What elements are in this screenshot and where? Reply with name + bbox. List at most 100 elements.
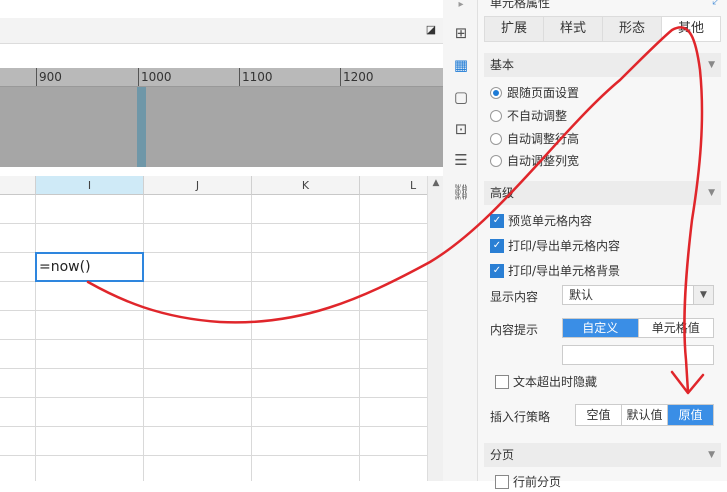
radio-auto-col-width[interactable]: 自动调整列宽: [490, 151, 579, 171]
grid-line: [143, 195, 144, 481]
toolbar: ◪: [0, 18, 443, 44]
column-header-j[interactable]: J: [144, 176, 252, 195]
page-boundary-marker[interactable]: [137, 87, 146, 167]
ruler-tick: [239, 68, 240, 86]
rail-scroll-up-icon[interactable]: ▸: [451, 0, 471, 20]
grid-line: [0, 426, 427, 427]
tooltip-custom-option[interactable]: 自定义: [563, 319, 639, 337]
chevron-down-icon[interactable]: ▼: [693, 286, 713, 304]
radio-auto-row-height[interactable]: 自动调整行高: [490, 129, 579, 149]
property-tabs: 扩展 样式 形态 其他: [484, 16, 721, 42]
check-print-content[interactable]: ✓ 打印/导出单元格内容: [490, 236, 620, 256]
chevron-down-icon: ▼: [708, 450, 715, 460]
section-advanced[interactable]: 高级 ▼: [484, 181, 721, 205]
display-content-select[interactable]: 默认 ▼: [562, 285, 714, 305]
ruler-label: 900: [39, 70, 62, 84]
check-print-background[interactable]: ✓ 打印/导出单元格背景: [490, 261, 620, 281]
check-page-before-row[interactable]: ✓ 行前分页: [495, 472, 561, 492]
ruler-label: 1000: [141, 70, 172, 84]
insert-default-option[interactable]: 默认值: [622, 405, 668, 425]
radio-button[interactable]: [490, 109, 502, 122]
section-basic[interactable]: 基本 ▼: [484, 53, 721, 77]
ruler: 900 1000 1100 1200: [0, 68, 443, 87]
grid-line: [251, 195, 252, 481]
ruler-tick: [138, 68, 139, 86]
top-strip: [0, 0, 443, 18]
column-header-l[interactable]: L: [360, 176, 427, 195]
section-basic-title: 基本: [490, 58, 515, 72]
radio-follow-page[interactable]: 跟随页面设置: [490, 83, 579, 103]
radio-button[interactable]: [490, 154, 502, 167]
collapse-icon[interactable]: ◪: [425, 24, 437, 36]
cell-properties-panel: 单元格属性 ⤢ 扩展 样式 形态 其他 基本 ▼ 跟随页面设置 不自动调整 自动…: [478, 0, 727, 489]
scroll-up-icon[interactable]: ▲: [428, 178, 444, 188]
side-icon-rail: ▸ ⊞ ▦ ▢ ⊡ ☰ ⛓: [443, 0, 478, 481]
section-advanced-title: 高级: [490, 186, 515, 200]
grid-line: [0, 310, 427, 311]
panel-title: 单元格属性: [490, 0, 551, 10]
tooltip-segmented: 自定义 单元格值: [562, 318, 714, 338]
active-cell[interactable]: =now(): [35, 252, 144, 282]
tooltip-text-input[interactable]: [562, 345, 714, 365]
radio-label: 自动调整行高: [507, 132, 580, 146]
check-preview-content[interactable]: ✓ 预览单元格内容: [490, 211, 592, 231]
grid-line: [35, 195, 36, 481]
ruler-label: 1100: [242, 70, 273, 84]
check-hide-overflow[interactable]: ✓ 文本超出时隐藏: [495, 372, 597, 392]
checkbox-checked-icon[interactable]: ✓: [490, 213, 504, 228]
chevron-down-icon: ▼: [708, 188, 715, 198]
section-paging[interactable]: 分页 ▼: [484, 443, 721, 467]
data-column-icon[interactable]: ☰: [451, 150, 471, 170]
column-header-blank: [0, 176, 36, 195]
radio-button[interactable]: [490, 86, 502, 99]
tooltip-cell-value-option[interactable]: 单元格值: [639, 319, 714, 337]
checkbox-checked-icon[interactable]: ✓: [490, 263, 504, 278]
checkbox-unchecked-icon[interactable]: ✓: [495, 374, 509, 389]
radio-label: 自动调整列宽: [507, 154, 580, 168]
grid-line: [0, 397, 427, 398]
preview-gap: [0, 167, 443, 176]
radio-label: 不自动调整: [507, 109, 568, 123]
grid-line: [0, 368, 427, 369]
insert-policy-label: 插入行策略: [490, 410, 551, 424]
radio-label: 跟随页面设置: [507, 86, 580, 100]
check-label: 打印/导出单元格内容: [508, 239, 621, 253]
check-label: 打印/导出单元格背景: [508, 264, 621, 278]
tab-extension[interactable]: 扩展: [485, 17, 544, 41]
ruler-tick: [340, 68, 341, 86]
pin-icon[interactable]: ⤢: [712, 0, 721, 8]
insert-original-option[interactable]: 原值: [668, 405, 713, 425]
spreadsheet-grid: I J K L: [0, 176, 427, 481]
template-layout-icon[interactable]: ⊞: [451, 23, 471, 43]
display-content-label: 显示内容: [490, 290, 539, 304]
check-label: 行前分页: [513, 475, 562, 489]
grid-line: [0, 339, 427, 340]
insert-policy-segmented: 空值 默认值 原值: [575, 404, 714, 426]
checkbox-checked-icon[interactable]: ✓: [490, 238, 504, 253]
radio-button[interactable]: [490, 132, 502, 145]
check-label: 预览单元格内容: [508, 214, 593, 228]
column-header-i[interactable]: I: [36, 176, 144, 195]
checkbox-unchecked-icon[interactable]: ✓: [495, 474, 509, 489]
cell-style-icon[interactable]: ▢: [451, 87, 471, 107]
tab-other[interactable]: 其他: [662, 17, 720, 41]
grid-line: [359, 195, 360, 481]
chevron-down-icon: ▼: [708, 60, 715, 70]
insert-null-option[interactable]: 空值: [576, 405, 622, 425]
vertical-scrollbar[interactable]: ▲: [427, 176, 443, 481]
grid-line: [0, 455, 427, 456]
ruler-label: 1200: [343, 70, 374, 84]
section-paging-title: 分页: [490, 448, 515, 462]
display-content-value: 默认: [569, 288, 594, 302]
radio-no-auto[interactable]: 不自动调整: [490, 106, 567, 126]
hyperlink-icon[interactable]: ⛓: [451, 182, 471, 202]
widget-icon[interactable]: ⊡: [451, 119, 471, 139]
cell-properties-icon[interactable]: ▦: [451, 55, 471, 75]
check-label: 文本超出时隐藏: [513, 375, 598, 389]
tab-form[interactable]: 形态: [603, 17, 662, 41]
tab-style[interactable]: 样式: [544, 17, 603, 41]
grid-line: [0, 223, 427, 224]
column-header-k[interactable]: K: [252, 176, 360, 195]
ruler-tick: [36, 68, 37, 86]
tooltip-label: 内容提示: [490, 323, 539, 337]
